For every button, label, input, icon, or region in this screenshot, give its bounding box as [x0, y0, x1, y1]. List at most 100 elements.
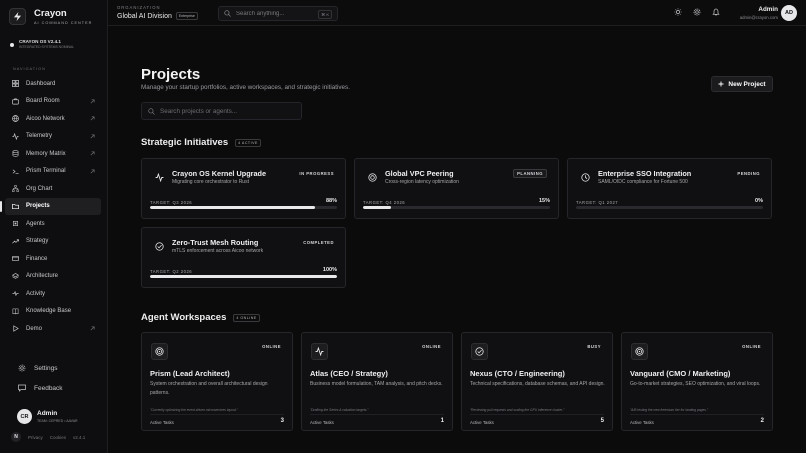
sidebar-item-strategy[interactable]: Strategy [5, 233, 101, 251]
progress-fill [150, 275, 337, 278]
status-badge: ONLINE [262, 344, 281, 349]
sidebar-item-projects[interactable]: Projects [0, 197, 101, 215]
initiative-desc: Cross-region latency optimization [385, 179, 459, 185]
new-project-button[interactable]: New Project [711, 76, 773, 92]
initiative-card[interactable]: Enterprise SSO Integration SAML/OIDC com… [567, 158, 772, 219]
external-link-icon [90, 134, 95, 139]
sidebar-item-aicoo-network[interactable]: Aicoo Network [5, 110, 101, 128]
workspace-title: Prism (Lead Architect) [150, 369, 230, 378]
tasks-count: 1 [440, 418, 444, 424]
global-search-input[interactable] [236, 10, 316, 17]
cookies-link[interactable]: Cookies [50, 435, 66, 440]
topbar-actions [674, 8, 720, 16]
sidebar-item-prism-terminal[interactable]: Prism Terminal [5, 163, 101, 181]
global-search[interactable]: ⌘ K [218, 6, 338, 21]
divider [470, 414, 604, 415]
sidebar-item-telemetry[interactable]: Telemetry [5, 128, 101, 146]
workspace-desc: System orchestration and overall archite… [150, 381, 268, 396]
workspace-title: Vanguard (CMO / Marketing) [630, 369, 731, 378]
user-profile[interactable]: CR Admin TEAM: CEPRED • AAVAR [17, 409, 78, 424]
sidebar-item-demo[interactable]: Demo [5, 320, 101, 338]
initiative-target: TARGET: Q4 2026 [363, 200, 406, 205]
status-badge: PLANNING [513, 169, 547, 178]
status-badge: ONLINE [742, 344, 761, 349]
status-badge: IN PROGRESS [299, 171, 334, 176]
check-circle-icon [471, 343, 488, 360]
user-name: Admin [37, 410, 58, 417]
tasks-label: Active Tasks [630, 420, 654, 425]
sidebar-item-label: Memory Matrix [26, 150, 66, 157]
sidebar-item-memory-matrix[interactable]: Memory Matrix [5, 145, 101, 163]
sun-icon[interactable] [674, 8, 682, 16]
workspace-desc: Go-to-market strategies, SEO optimizatio… [630, 381, 761, 387]
tasks-label: Active Tasks [310, 420, 334, 425]
initiative-card[interactable]: Crayon OS Kernel Upgrade Migrating core … [141, 158, 346, 219]
sidebar-item-label: Demo [26, 325, 43, 332]
cpu-icon [12, 220, 19, 227]
workspace-card[interactable]: ONLINE Atlas (CEO / Strategy) Business m… [301, 332, 453, 431]
settings-gear-icon[interactable] [693, 8, 701, 16]
tasks-label: Active Tasks [470, 420, 494, 425]
brand[interactable]: Crayon AI COMMAND CENTER [9, 8, 92, 25]
feedback-button[interactable]: Feedback [5, 378, 101, 398]
sidebar-item-activity[interactable]: Activity [5, 285, 101, 303]
sidebar-item-knowledge-base[interactable]: Knowledge Base [5, 303, 101, 321]
workspaces-heading: Agent Workspaces 4 ONLINE [141, 312, 260, 323]
status-badge: ONLINE [422, 344, 441, 349]
progress-fill [150, 206, 315, 209]
initiative-progress-label: 88% [325, 198, 337, 204]
search-icon [224, 10, 231, 17]
initiative-card[interactable]: Global VPC Peering Cross-region latency … [354, 158, 559, 219]
workspace-title: Atlas (CEO / Strategy) [310, 369, 388, 378]
message-icon [18, 384, 26, 392]
workspace-activity: "Drafting the Series A valuation targets… [310, 408, 369, 412]
brand-name: Crayon [34, 7, 67, 19]
project-search-input[interactable] [160, 107, 290, 115]
project-search[interactable] [141, 102, 302, 120]
workspace-card[interactable]: ONLINE Vanguard (CMO / Marketing) Go-to-… [621, 332, 773, 431]
initiative-desc: mTLS enforcement across Aicoo network [172, 248, 264, 254]
n-badge-icon[interactable]: N [11, 432, 21, 442]
workspace-card[interactable]: BUSY Nexus (CTO / Engineering) Technical… [461, 332, 613, 431]
briefcase-icon [12, 98, 19, 105]
initiative-progress-label: 0% [755, 198, 763, 204]
sidebar-item-board-room[interactable]: Board Room [5, 93, 101, 111]
status-badge: PENDING [737, 171, 760, 176]
layers-icon [12, 272, 19, 280]
org-switcher[interactable]: Global AI Division Enterprise [117, 12, 198, 20]
external-link-icon [90, 169, 95, 174]
initiative-title: Crayon OS Kernel Upgrade [172, 169, 267, 178]
initiative-card[interactable]: Zero-Trust Mesh Routing mTLS enforcement… [141, 227, 346, 288]
sidebar-item-org-chart[interactable]: Org Chart [5, 180, 101, 198]
workspace-activity: "Currently optimizing the event-driven m… [150, 408, 238, 412]
grid-icon [12, 80, 19, 88]
sidebar-item-architecture[interactable]: Architecture [5, 268, 101, 286]
initiative-title: Zero-Trust Mesh Routing [172, 238, 259, 247]
brand-subtitle: AI COMMAND CENTER [34, 20, 93, 25]
workspace-activity: "A/B testing the new freemium tier for l… [630, 408, 709, 412]
trending-icon [12, 238, 19, 245]
account-menu[interactable]: Admin admin@crayon.com [740, 6, 778, 20]
workspace-card[interactable]: ONLINE Prism (Lead Architect) System orc… [141, 332, 293, 431]
os-version: CRAYON OS V2.4.1 [19, 39, 61, 44]
sidebar-item-agents[interactable]: Agents [5, 215, 101, 233]
bell-icon[interactable] [712, 8, 720, 16]
tasks-count: 5 [600, 418, 604, 424]
divider [310, 414, 444, 415]
avatar[interactable]: AD [781, 5, 797, 21]
os-status: CRAYON OS V2.4.1 INTEGRATED SYSTEMS NOMI… [10, 39, 100, 49]
sidebar-item-label: Telemetry [26, 133, 53, 140]
sidebar-item-dashboard[interactable]: Dashboard [5, 75, 101, 93]
footer-links: N Privacy Cookies v2.4.1 [11, 432, 85, 442]
globe-icon [12, 115, 19, 123]
new-project-label: New Project [728, 80, 766, 88]
clock-icon [579, 171, 591, 183]
settings-button[interactable]: Settings [5, 358, 101, 378]
sidebar-item-label: Agents [26, 220, 45, 227]
initiative-desc: Migrating core orchestrator to Rust [172, 179, 249, 185]
initiative-target: TARGET: Q2 2026 [150, 269, 193, 274]
settings-label: Settings [34, 364, 58, 372]
sidebar-item-finance[interactable]: Finance [5, 250, 101, 268]
privacy-link[interactable]: Privacy [28, 435, 43, 440]
workspaces-title: Agent Workspaces [141, 312, 227, 323]
